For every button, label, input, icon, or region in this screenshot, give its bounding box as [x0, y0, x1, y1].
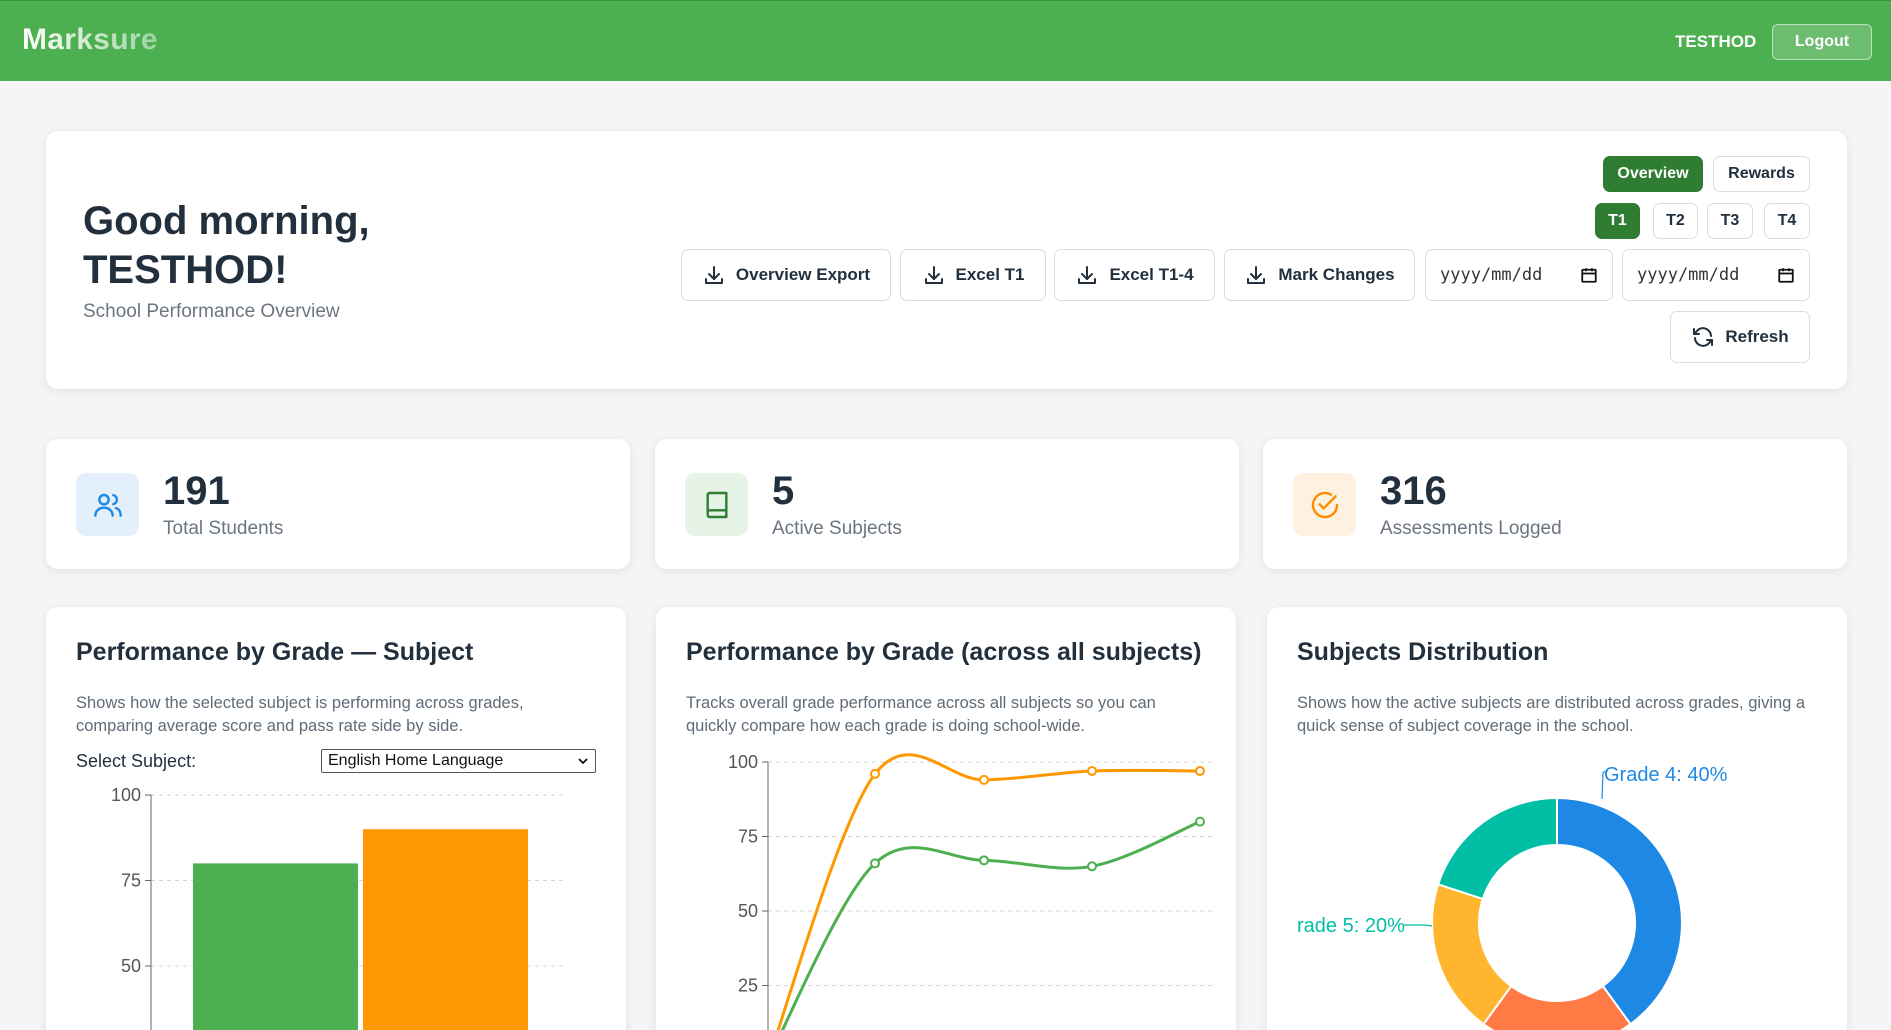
grade-performance-card: Performance by Grade (across all subject… [656, 607, 1236, 1030]
data-point [1087, 861, 1097, 872]
data-point [870, 768, 880, 779]
download-icon [704, 266, 723, 284]
slice-label: Grade 4: 40% [1604, 764, 1728, 786]
download-icon [1078, 266, 1097, 284]
assessments-value: 316 [1380, 469, 1447, 513]
assessments-label: Assessments Logged [1380, 518, 1562, 539]
top-bar: Marksure TESTHOD Logout [0, 0, 1891, 81]
download-icon [924, 266, 943, 284]
y-tick-label: 100 [728, 752, 758, 772]
active-subjects-label: Active Subjects [772, 518, 902, 539]
tab-overview[interactable]: Overview [1603, 156, 1703, 192]
donut-slice [1556, 796, 1683, 1026]
bar [193, 863, 358, 1030]
term-tab-t3[interactable]: T3 [1707, 203, 1753, 239]
mark-changes-button[interactable]: Mark Changes [1224, 249, 1415, 301]
y-tick-label: 100 [111, 785, 141, 805]
refresh-icon [1693, 327, 1714, 347]
series-line [780, 820, 1201, 1030]
stat-card-students: 191 Total Students [46, 439, 630, 569]
bar-chart: 100755025 [111, 785, 566, 1030]
users-icon [76, 473, 139, 536]
data-point [1195, 816, 1205, 827]
active-subjects-value: 5 [772, 469, 795, 513]
overview-export-button[interactable]: Overview Export [681, 249, 891, 301]
slice-label: rade 5: 20% [1297, 915, 1405, 937]
total-students-value: 191 [163, 469, 230, 513]
calendar-icon[interactable] [1580, 266, 1598, 284]
data-point [979, 855, 989, 866]
data-point [979, 774, 989, 785]
bar [363, 829, 528, 1030]
donut-slice [1431, 883, 1513, 1026]
subjects-distribution-card: Subjects Distribution Shows how the acti… [1267, 607, 1847, 1030]
brand-logo[interactable]: Marksure [22, 23, 158, 57]
label-leader-line [1403, 924, 1433, 927]
data-point [1195, 765, 1205, 776]
line-chart: 100 75 50 25 [728, 752, 1216, 1030]
y-tick-label: 50 [738, 901, 758, 921]
subject-performance-card: Performance by Grade — Subject Shows how… [46, 607, 626, 1030]
stat-card-subjects: 5 Active Subjects [655, 439, 1239, 569]
date-from-input[interactable]: yyyy/mm/dd [1425, 249, 1613, 301]
page-subtitle: School Performance Overview [83, 301, 340, 322]
total-students-label: Total Students [163, 518, 284, 539]
y-tick-label: 75 [738, 827, 758, 847]
y-tick-label: 25 [738, 976, 758, 996]
donut-slice [1436, 796, 1558, 901]
y-tick-label: 75 [121, 871, 141, 891]
greeting-heading: Good morning, TESTHOD! [83, 199, 370, 292]
date-to-input[interactable]: yyyy/mm/dd [1622, 249, 1810, 301]
logout-button[interactable]: Logout [1772, 24, 1872, 60]
excel-t1-4-button[interactable]: Excel T1-4 [1054, 249, 1215, 301]
stat-card-assessments: 316 Assessments Logged [1263, 439, 1847, 569]
donut-chart: Grade 4: 40%rade 5: 20%Grade 7: 20% [1297, 764, 1728, 1030]
download-icon [1247, 266, 1266, 284]
excel-t1-button[interactable]: Excel T1 [900, 249, 1046, 301]
term-tab-t2[interactable]: T2 [1653, 203, 1698, 239]
greeting-card: Good morning, TESTHOD! School Performanc… [46, 131, 1847, 389]
current-user-name: TESTHOD [1675, 32, 1757, 51]
book-icon [685, 473, 748, 536]
term-tab-t4[interactable]: T4 [1764, 203, 1810, 239]
data-point [870, 858, 880, 869]
refresh-button[interactable]: Refresh [1670, 311, 1810, 363]
term-tab-t1[interactable]: T1 [1595, 203, 1640, 239]
calendar-icon[interactable] [1777, 266, 1795, 284]
data-point [1087, 765, 1097, 776]
series-line [776, 753, 1201, 1030]
check-circle-icon [1293, 473, 1356, 536]
y-tick-label: 50 [121, 956, 141, 976]
tab-rewards[interactable]: Rewards [1713, 156, 1810, 192]
